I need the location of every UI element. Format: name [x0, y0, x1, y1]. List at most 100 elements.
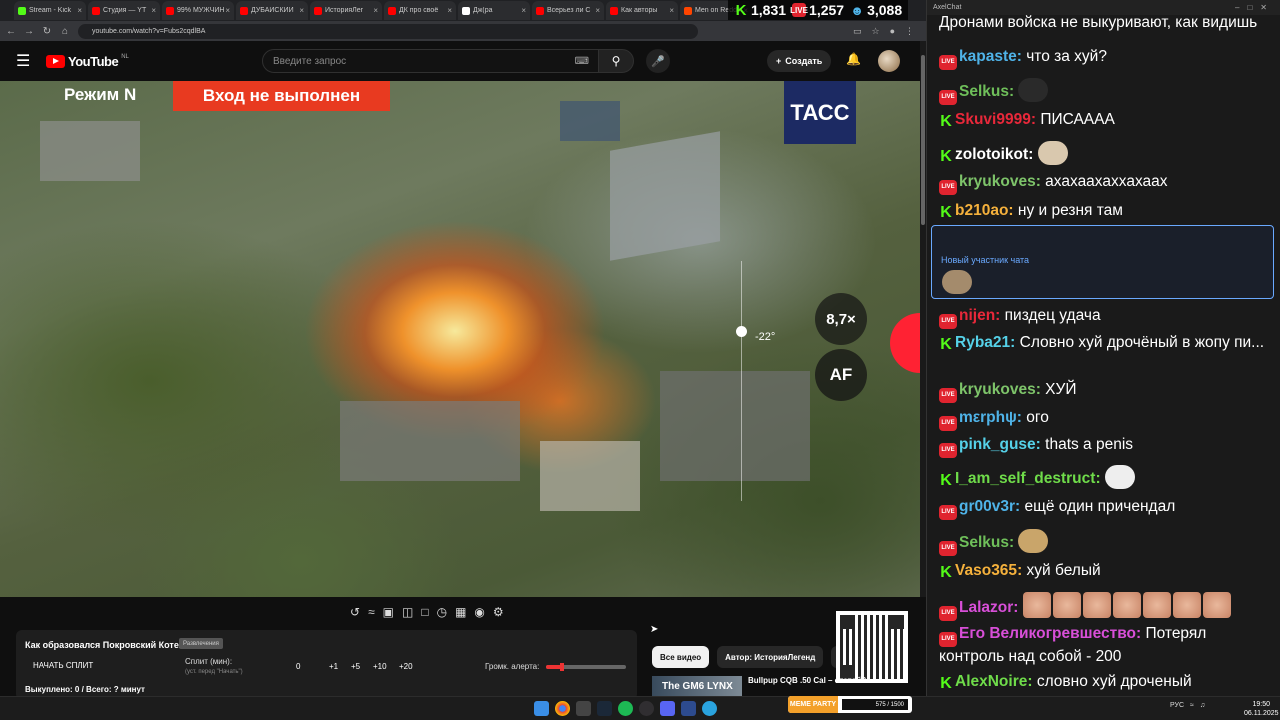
- app-icon[interactable]: [576, 701, 591, 716]
- total-viewer-count: ☻ 3,088: [850, 2, 903, 18]
- chat-nickname[interactable]: Skuvi9999: [955, 111, 1031, 128]
- alert-volume-knob[interactable]: [560, 663, 564, 671]
- kick-goal-progress: 575 / 1500: [842, 699, 908, 710]
- menu-dots-icon[interactable]: ⋮: [905, 26, 914, 37]
- steam-icon[interactable]: [597, 701, 612, 716]
- gear-icon[interactable]: ⚙: [493, 605, 504, 619]
- browser-tab[interactable]: Stream - Kick ×: [14, 1, 86, 20]
- keyboard-icon[interactable]: ⌨: [575, 56, 589, 67]
- loop-icon[interactable]: ↺: [350, 605, 360, 619]
- audio-wave-icon[interactable]: ≈: [368, 605, 375, 619]
- frame-icon[interactable]: ▦: [455, 605, 466, 619]
- scrollbar-thumb[interactable]: [921, 55, 925, 225]
- discord-icon[interactable]: [660, 701, 675, 716]
- browser-tab[interactable]: Всерьез ли С ×: [532, 1, 604, 20]
- chat-colon: :: [1035, 173, 1046, 190]
- chat-nickname[interactable]: Vaso365: [955, 562, 1017, 579]
- speed-icon[interactable]: ◷: [437, 605, 447, 619]
- install-icon[interactable]: ▭: [853, 26, 862, 37]
- browser-tab[interactable]: Дж(ра ×: [458, 1, 530, 20]
- telegram-icon[interactable]: [702, 701, 717, 716]
- close-tab-icon[interactable]: ×: [151, 6, 156, 15]
- notifications-bell-icon[interactable]: 🔔: [846, 52, 861, 66]
- chat-nickname[interactable]: I_am_self_destruct: [955, 470, 1095, 487]
- windows-start-icon[interactable]: [534, 701, 549, 716]
- chat-nickname[interactable]: gr00v3r: [959, 498, 1015, 515]
- url-field[interactable]: youtube.com/watch?v=Fubs2cqdlBA: [78, 23, 698, 39]
- chat-nickname[interactable]: Ryba21: [955, 334, 1010, 351]
- chat-nickname[interactable]: mεrphψ: [959, 409, 1017, 426]
- browser-tab[interactable]: ДК про своё ×: [384, 1, 456, 20]
- chat-nickname[interactable]: Его Великогревшество: [959, 625, 1136, 642]
- recommended-title[interactable]: Bullpup CQB .50 Cal – отстой?: [748, 676, 866, 696]
- media-icon[interactable]: [681, 701, 696, 716]
- browser-tab[interactable]: ИсторияЛег ×: [310, 1, 382, 20]
- split-plus-20-button[interactable]: +20: [399, 662, 413, 671]
- split-plus-10-button[interactable]: +10: [373, 662, 387, 671]
- search-input[interactable]: Введите запрос ⌨: [262, 49, 600, 73]
- resize-icon[interactable]: □: [421, 605, 428, 619]
- search-button[interactable]: ⚲: [598, 49, 634, 73]
- video-player[interactable]: Режим N Вход не выполнен ТАСС -22° 8,7× …: [0, 81, 920, 597]
- alert-volume-slider[interactable]: [546, 663, 626, 671]
- close-tab-icon[interactable]: ×: [77, 6, 82, 15]
- speaker-icon[interactable]: ♫: [1200, 702, 1205, 709]
- chat-nickname[interactable]: kryukoves: [959, 381, 1036, 398]
- wifi-icon[interactable]: ≈: [1190, 702, 1194, 709]
- tray-lang[interactable]: РУС: [1170, 702, 1184, 709]
- chat-nickname[interactable]: kryukoves: [959, 173, 1036, 190]
- chat-nickname[interactable]: AlexNoire: [955, 673, 1027, 690]
- chat-nickname[interactable]: Lalazor: [959, 599, 1013, 616]
- split-plus-1-button[interactable]: +1: [329, 662, 338, 671]
- chat-nickname[interactable]: b210ao: [955, 202, 1008, 219]
- browser-tab[interactable]: 99% МУЖЧИН ×: [162, 1, 234, 20]
- chip-author[interactable]: Автор: ИсторияЛегенд: [717, 646, 824, 668]
- menu-hamburger-icon[interactable]: ☰: [16, 51, 36, 71]
- voice-search-button[interactable]: 🎤: [646, 49, 670, 73]
- window-controls[interactable]: –□✕: [1235, 3, 1275, 12]
- chat-nickname[interactable]: Selkus: [959, 534, 1009, 551]
- chat-nickname[interactable]: pink_guse: [959, 436, 1036, 453]
- chat-message: K AlexNoire: словно хуй дроченый: [939, 672, 1274, 692]
- back-icon[interactable]: ←: [6, 26, 16, 37]
- forward-icon[interactable]: →: [24, 26, 34, 37]
- chip-all-videos[interactable]: Все видео: [652, 646, 710, 668]
- close-tab-icon[interactable]: ×: [373, 6, 378, 15]
- taskbar-clock[interactable]: 19:50 06.11.2025: [1244, 700, 1279, 718]
- close-tab-icon[interactable]: ×: [447, 6, 452, 15]
- close-tab-icon[interactable]: ×: [521, 6, 526, 15]
- chat-nickname[interactable]: Selkus: [959, 83, 1009, 100]
- reload-icon[interactable]: ↻: [42, 26, 52, 37]
- chat-nickname[interactable]: zolotoikot: [955, 146, 1028, 163]
- chat-text: ахахаахаххахаах: [1045, 173, 1168, 190]
- split-plus-5-button[interactable]: +5: [351, 662, 360, 671]
- chrome-icon[interactable]: [555, 701, 570, 716]
- recommended-video[interactable]: The GM6 LYNX Bullpup CQB .50 Cal – отсто…: [652, 676, 900, 696]
- camera-icon[interactable]: ◉: [474, 605, 484, 619]
- start-split-button[interactable]: НАЧАТЬ СПЛИТ: [33, 661, 93, 670]
- close-tab-icon[interactable]: ×: [225, 6, 230, 15]
- home-icon[interactable]: ⌂: [60, 26, 70, 37]
- close-tab-icon[interactable]: ×: [595, 6, 600, 15]
- windows-taskbar: РУС ≈ ♫ 19:50 06.11.2025: [0, 696, 1280, 720]
- youtube-logo[interactable]: YouTube NL: [46, 54, 129, 69]
- browser-tab[interactable]: Студия — YT ×: [88, 1, 160, 20]
- browser-tab[interactable]: ДУБАЙСКИЙ ×: [236, 1, 308, 20]
- avatar[interactable]: [878, 50, 900, 72]
- mouse-cursor-icon: ➤: [650, 624, 659, 635]
- close-tab-icon[interactable]: ×: [669, 6, 674, 15]
- video-mode-label: Режим N: [64, 85, 137, 104]
- screen-icon[interactable]: ▣: [383, 605, 394, 619]
- chat-nickname[interactable]: kapaste: [959, 48, 1017, 65]
- spotify-icon[interactable]: [618, 701, 633, 716]
- bookmark-star-icon[interactable]: ☆: [871, 26, 879, 37]
- clapper-icon[interactable]: ◫: [402, 605, 413, 619]
- split-value-0[interactable]: 0: [296, 662, 300, 671]
- chat-nickname[interactable]: nijen: [959, 307, 995, 324]
- obs-icon[interactable]: [639, 701, 654, 716]
- extension-icon[interactable]: ●: [890, 26, 895, 37]
- close-tab-icon[interactable]: ×: [299, 6, 304, 15]
- browser-tab[interactable]: Как авторы ×: [606, 1, 678, 20]
- recommended-thumbnail[interactable]: The GM6 LYNX: [652, 676, 742, 696]
- create-button[interactable]: + Создать: [767, 50, 832, 72]
